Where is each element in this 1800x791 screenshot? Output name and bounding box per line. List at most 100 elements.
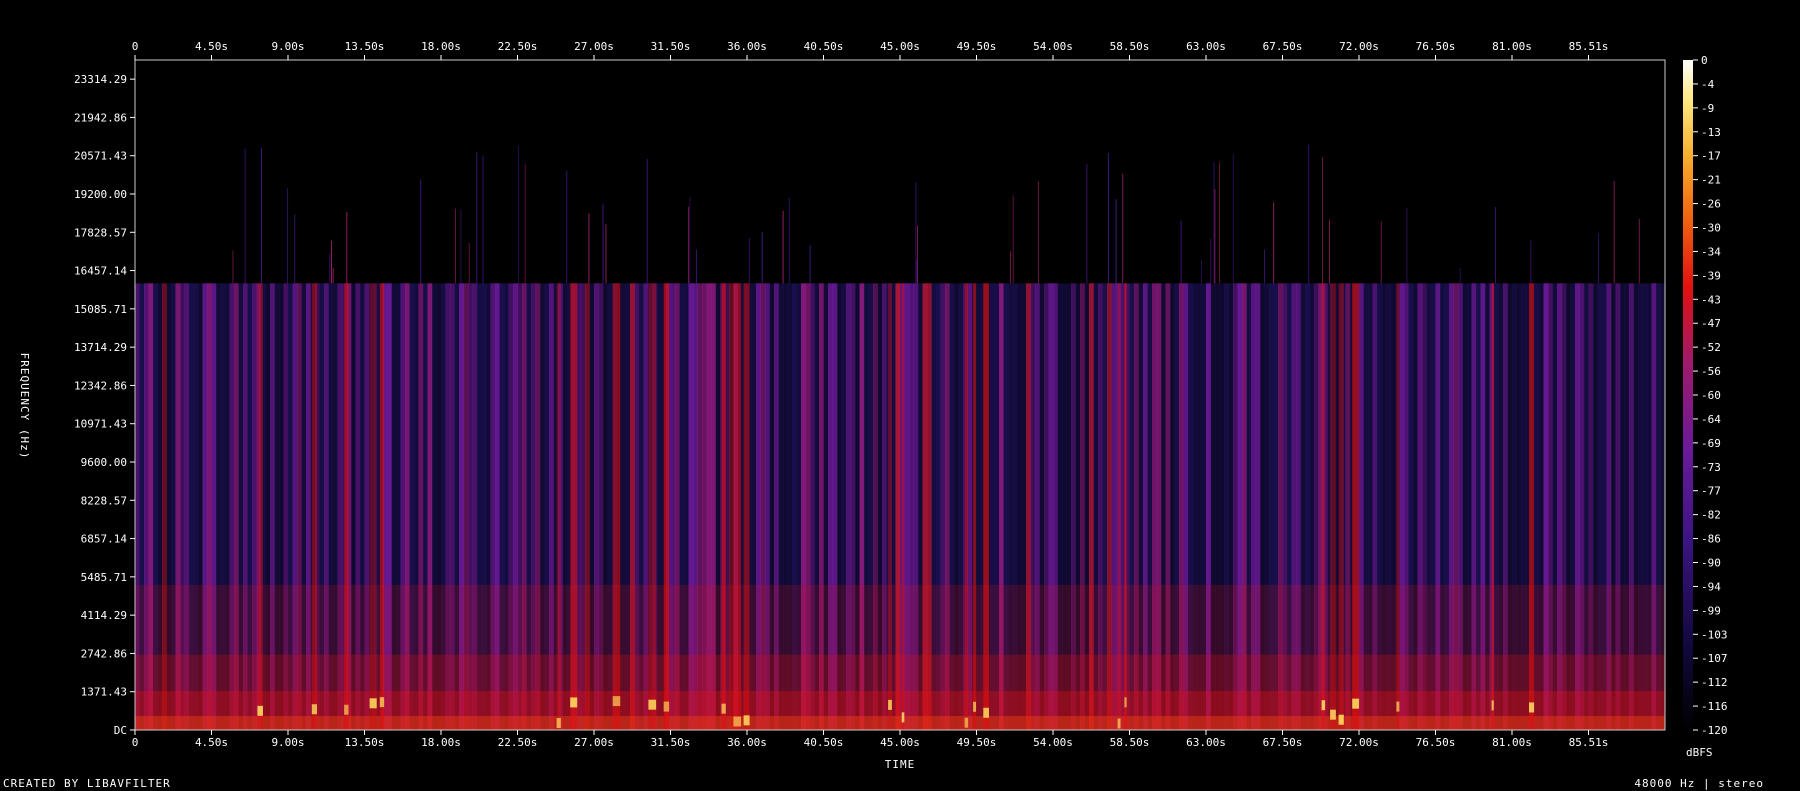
colorbar-tick-label: -94 — [1701, 580, 1721, 593]
spectrogram-peak — [311, 704, 317, 715]
colorbar-tick-label: -90 — [1701, 557, 1721, 570]
spectrogram-plot — [135, 60, 1666, 731]
spectrogram-peak — [983, 707, 989, 718]
spectrogram-burst — [257, 283, 263, 730]
x-tick-label: 18.00s — [421, 40, 461, 53]
y-tick-label: 21942.86 — [74, 111, 127, 124]
spectrogram-peak — [570, 697, 578, 708]
x-tick-label: 40.50s — [804, 736, 844, 749]
footer-created-by: CREATED BY LIBAVFILTER — [3, 777, 171, 790]
x-tick-label: 72.00s — [1339, 40, 1379, 53]
spectrogram-peak — [901, 712, 905, 723]
x-tick-label: 85.51s — [1569, 40, 1609, 53]
spectrogram-peak — [1352, 698, 1360, 709]
x-tick-label: 85.51s — [1569, 736, 1609, 749]
y-tick-label: 5485.71 — [81, 571, 127, 584]
spectrogram-burst — [721, 283, 726, 730]
y-tick-label: 10971.43 — [74, 418, 127, 431]
y-axis: DC 1371.43 2742.86 4114.29 5485.71 6857.14 822… — [74, 73, 135, 737]
spectrogram-burst — [964, 283, 969, 730]
x-axis-title: TIME — [885, 758, 916, 771]
x-tick-label: 67.50s — [1263, 736, 1303, 749]
colorbar-tick-label: -116 — [1701, 700, 1728, 713]
x-tick-label: 9.00s — [271, 736, 304, 749]
spectrogram-peak — [721, 703, 726, 714]
spectrogram-burst — [344, 283, 349, 730]
spectrogram-peak — [1330, 709, 1336, 720]
colorbar-tick-label: -17 — [1701, 150, 1721, 163]
spectrogram-burst — [1529, 283, 1535, 730]
x-tick-label: 72.00s — [1339, 736, 1379, 749]
colorbar: 0 -4 -9 -13 -17 -21 -26 -30 -34 -39 -43 -47 -52 -56 -6… — [1683, 54, 1728, 759]
spectrogram-peak — [888, 699, 892, 710]
spectrogram-burst — [733, 283, 742, 730]
spectrogram-burst — [973, 283, 977, 730]
x-tick-label: 31.50s — [651, 40, 691, 53]
x-tick-label: 36.00s — [727, 736, 767, 749]
colorbar-tick-label: -77 — [1701, 485, 1721, 498]
spectrogram-burst — [311, 283, 317, 730]
spectrogram-peak — [1491, 700, 1494, 711]
spectrogram-burst — [1338, 283, 1344, 730]
x-tick-label: 81.00s — [1492, 736, 1532, 749]
x-tick-label: 31.50s — [651, 736, 691, 749]
x-axis-bottom: 0 4.50s 9.00s 13.50s 18.00s 22.50s 27.00s 31.50… — [132, 730, 1609, 749]
colorbar-tick-label: -39 — [1701, 269, 1721, 282]
x-tick-label: 63.00s — [1186, 40, 1226, 53]
spectrogram-burst — [369, 283, 377, 730]
spectrogram-burst — [743, 283, 750, 730]
spectrogram-peak — [733, 716, 742, 727]
x-tick-label: 63.00s — [1186, 736, 1226, 749]
spectrogram-burst — [983, 283, 989, 730]
x-tick-label: 45.00s — [880, 40, 920, 53]
colorbar-tick-label: -69 — [1701, 437, 1721, 450]
colorbar-tick-label: -4 — [1701, 78, 1715, 91]
spectrogram-burst — [1321, 283, 1326, 730]
colorbar-tick-label: -34 — [1701, 245, 1721, 258]
spectrogram-peak — [973, 701, 977, 712]
y-tick-label: 19200.00 — [74, 188, 127, 201]
x-tick-label: 0 — [132, 40, 139, 53]
spectrogram-burst — [901, 283, 905, 730]
colorbar-tick-label: -64 — [1701, 413, 1721, 426]
spectrogram-burst — [1491, 283, 1494, 730]
spectrogram-burst — [1352, 283, 1360, 730]
spectrogram-burst — [1330, 283, 1336, 730]
x-tick-label: 76.50s — [1416, 736, 1456, 749]
y-tick-label: 4114.29 — [81, 609, 127, 622]
x-tick-label: 22.50s — [498, 736, 538, 749]
y-tick-label: 23314.29 — [74, 73, 127, 86]
x-tick-label: 13.50s — [345, 40, 385, 53]
y-tick-label: 15085.71 — [74, 303, 127, 316]
x-tick-label: 4.50s — [195, 736, 228, 749]
y-tick-label: 16457.14 — [74, 265, 127, 278]
spectrogram-peak — [964, 717, 969, 728]
colorbar-tick-label: 0 — [1701, 54, 1708, 67]
y-tick-label: 20571.43 — [74, 150, 127, 163]
colorbar-tick-label: -112 — [1701, 676, 1728, 689]
x-tick-label: 58.50s — [1110, 736, 1150, 749]
x-tick-label: 18.00s — [421, 736, 461, 749]
x-tick-label: 13.50s — [345, 736, 385, 749]
spectrogram-burst — [888, 283, 892, 730]
spectrogram-peak — [612, 696, 621, 707]
spectrogram-peak — [1117, 718, 1121, 729]
spectrogram-burst — [1396, 283, 1400, 730]
x-tick-label: 58.50s — [1110, 40, 1150, 53]
x-tick-label: 36.00s — [727, 40, 767, 53]
colorbar-tick-label: -13 — [1701, 126, 1721, 139]
y-tick-label: 6857.14 — [81, 533, 128, 546]
colorbar-tick-label: -99 — [1701, 604, 1721, 617]
y-tick-label: 13714.29 — [74, 341, 127, 354]
colorbar-tick-label: -73 — [1701, 461, 1721, 474]
x-tick-label: 54.00s — [1033, 40, 1073, 53]
colorbar-tick-label: -103 — [1701, 628, 1728, 641]
x-tick-label: 27.00s — [574, 736, 614, 749]
spectrogram-burst — [663, 283, 670, 730]
footer-format: 48000 Hz | stereo — [1634, 777, 1764, 790]
colorbar-ticks: 0 -4 -9 -13 -17 -21 -26 -30 -34 -39 -43 -47 -52 -56 -6… — [1693, 54, 1728, 737]
colorbar-tick-label: -26 — [1701, 198, 1721, 211]
x-axis-top: 0 4.50s 9.00s 13.50s 18.00s 22.50s 27.00s 31.50… — [132, 40, 1609, 60]
spectrogram-burst — [570, 283, 578, 730]
x-tick-label: 9.00s — [271, 40, 304, 53]
